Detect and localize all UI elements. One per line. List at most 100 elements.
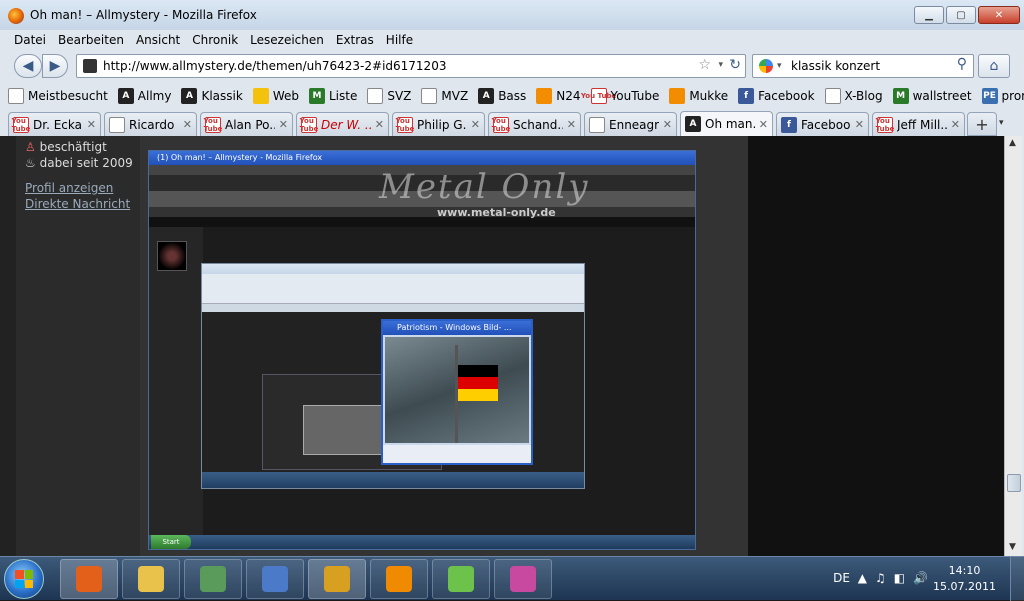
bookmark-mvz[interactable]: MVZ xyxy=(421,88,468,104)
menu-lesezeichen[interactable]: Lesezeichen xyxy=(244,30,330,50)
nested-screenshot: (1) Oh man! – Allmystery - Mozilla Firef… xyxy=(148,150,696,550)
search-engine-dropdown-icon[interactable]: ▾ xyxy=(777,61,782,71)
bookmark-svz[interactable]: SVZ xyxy=(367,88,411,104)
explorer-icon xyxy=(138,566,164,592)
taskbar-explorer[interactable] xyxy=(122,559,180,599)
tab-5[interactable]: You TubeSchand... ✕ xyxy=(488,112,581,136)
bookmark-meistbesucht[interactable]: Meistbesucht xyxy=(8,88,108,104)
tab-close-icon[interactable]: ✕ xyxy=(279,118,288,131)
tab-close-icon[interactable]: ✕ xyxy=(183,118,192,131)
new-tab-button[interactable]: + xyxy=(967,112,997,136)
search-bar[interactable]: ▾ klassik konzert ⚲ xyxy=(752,54,974,78)
vertical-scrollbar[interactable]: ▲ ▼ xyxy=(1004,136,1022,556)
thunderbird-icon xyxy=(262,566,288,592)
windows-logo-icon xyxy=(15,570,33,588)
taskbar-thunderbird[interactable] xyxy=(246,559,304,599)
tab-label: Philip G... xyxy=(417,117,467,132)
url-bar[interactable]: http://www.allmystery.de/themen/uh76423-… xyxy=(76,54,746,78)
scroll-thumb[interactable] xyxy=(1007,474,1021,492)
bookmark-facebook[interactable]: f Facebook xyxy=(738,88,815,104)
tray-icon-1[interactable]: ♫ xyxy=(875,571,886,585)
tab-close-icon[interactable]: ✕ xyxy=(951,118,960,131)
taskbar-firefox[interactable] xyxy=(60,559,118,599)
site-identity-icon[interactable] xyxy=(83,59,97,73)
bookmark-x-blog[interactable]: X-Blog xyxy=(824,88,883,104)
url-text[interactable]: http://www.allmystery.de/themen/uh76423-… xyxy=(103,59,446,73)
green-icon: M xyxy=(892,88,909,104)
tab-2[interactable]: You TubeAlan Po... ✕ xyxy=(200,112,293,136)
menu-hilfe[interactable]: Hilfe xyxy=(380,30,419,50)
tab-close-icon[interactable]: ✕ xyxy=(663,118,672,131)
bookmark-bass[interactable]: A Bass xyxy=(478,88,526,104)
taskbar-icq[interactable] xyxy=(432,559,490,599)
bookmark-web[interactable]: Web xyxy=(252,88,299,104)
inner-toolbars xyxy=(202,274,584,304)
scroll-up-icon[interactable]: ▲ xyxy=(1009,138,1016,148)
scroll-down-icon[interactable]: ▼ xyxy=(1009,542,1016,552)
tray-icon-3[interactable]: 🔊 xyxy=(913,571,928,585)
tab-close-icon[interactable]: ✕ xyxy=(471,118,480,131)
taskbar-network[interactable] xyxy=(184,559,242,599)
tab-6[interactable]: Enneagr... ✕ xyxy=(584,112,677,136)
close-button[interactable]: ✕ xyxy=(978,6,1020,24)
bookmark-mukke[interactable]: Mukke xyxy=(669,88,728,104)
menu-datei[interactable]: Datei xyxy=(8,30,52,50)
url-dropdown-icon[interactable]: ▾ xyxy=(718,60,723,70)
taskbar-paint[interactable] xyxy=(494,559,552,599)
tab-1[interactable]: Ricardo ... ✕ xyxy=(104,112,197,136)
bookmark-liste[interactable]: M Liste xyxy=(308,88,357,104)
home-button[interactable]: ⌂ xyxy=(978,54,1010,78)
window-title: Oh man! – Allmystery - Mozilla Firefox xyxy=(30,8,257,22)
direct-message-link[interactable]: Direkte Nachricht xyxy=(25,197,130,211)
maximize-button[interactable]: ▢ xyxy=(946,6,976,24)
yt-icon: You Tube xyxy=(299,116,319,133)
search-icon[interactable]: ⚲ xyxy=(957,56,967,72)
bookmark-wallstreet[interactable]: Mwallstreet xyxy=(892,88,972,104)
nested-taskbar: Start xyxy=(149,535,695,549)
back-button[interactable]: ◀ xyxy=(14,54,42,78)
language-indicator[interactable]: DE xyxy=(833,571,850,585)
start-button[interactable] xyxy=(4,559,44,599)
taskbar-winamp[interactable] xyxy=(308,559,366,599)
tab-close-icon[interactable]: ✕ xyxy=(855,118,864,131)
show-desktop-button[interactable] xyxy=(1010,557,1024,601)
bookmark-label: Web xyxy=(272,89,299,103)
title-bar: Oh man! – Allmystery - Mozilla Firefox ▁… xyxy=(0,0,1024,30)
tab-close-icon[interactable]: ✕ xyxy=(759,118,768,131)
tab-list-icon[interactable]: ▾ xyxy=(999,118,1004,128)
tab-close-icon[interactable]: ✕ xyxy=(567,118,576,131)
tab-8[interactable]: f Facebook ✕ xyxy=(776,112,869,136)
tray-icon-2[interactable]: ◧ xyxy=(894,571,905,585)
google-icon[interactable] xyxy=(759,59,773,73)
bookmark-klassik[interactable]: A Klassik xyxy=(181,88,243,104)
nested-bookmarks xyxy=(149,207,695,217)
minimize-button[interactable]: ▁ xyxy=(914,6,944,24)
firefox-icon[interactable] xyxy=(8,8,24,24)
bookmarks-toolbar: Meistbesucht A Allmy A Klassik Web M Liste SVZ MV… xyxy=(0,84,1024,108)
bookmark-allmy[interactable]: A Allmy xyxy=(117,88,171,104)
tab-close-icon[interactable]: ✕ xyxy=(87,118,96,131)
tab-7[interactable]: A Oh man... ✕ xyxy=(680,111,773,136)
reload-icon[interactable]: ↻ xyxy=(729,57,741,73)
taskbar-vlc[interactable] xyxy=(370,559,428,599)
menu-chronik[interactable]: Chronik xyxy=(186,30,244,50)
bookmark-youtube[interactable]: You Tube YouTube xyxy=(581,88,659,104)
tab-0[interactable]: You TubeDr. Ecka... ✕ xyxy=(8,112,101,136)
tab-4[interactable]: You TubePhilip G... ✕ xyxy=(392,112,485,136)
bookmark-star-icon[interactable]: ☆ xyxy=(698,57,711,73)
tab-label: Alan Po... xyxy=(225,117,275,132)
menu-bearbeiten[interactable]: Bearbeiten xyxy=(52,30,130,50)
bookmark-label: Klassik xyxy=(201,89,243,103)
tab-close-icon[interactable]: ✕ xyxy=(375,118,384,131)
bookmark-promo[interactable]: PEpromo xyxy=(981,88,1024,104)
forward-button[interactable]: ▶ xyxy=(42,54,68,78)
menu-extras[interactable]: Extras xyxy=(330,30,380,50)
tray-icon-0[interactable]: ▲ xyxy=(858,571,867,585)
menu-ansicht[interactable]: Ansicht xyxy=(130,30,186,50)
bookmark-n24[interactable]: N24 xyxy=(536,88,581,104)
tab-9[interactable]: You Tube Jeff Mill... ✕ xyxy=(872,112,965,136)
tab-3[interactable]: You TubeDer W. ... ✕ xyxy=(296,112,389,136)
clock[interactable]: 14:10 15.07.2011 xyxy=(933,563,996,595)
search-input[interactable]: klassik konzert xyxy=(791,59,880,73)
profile-link[interactable]: Profil anzeigen xyxy=(25,181,113,195)
